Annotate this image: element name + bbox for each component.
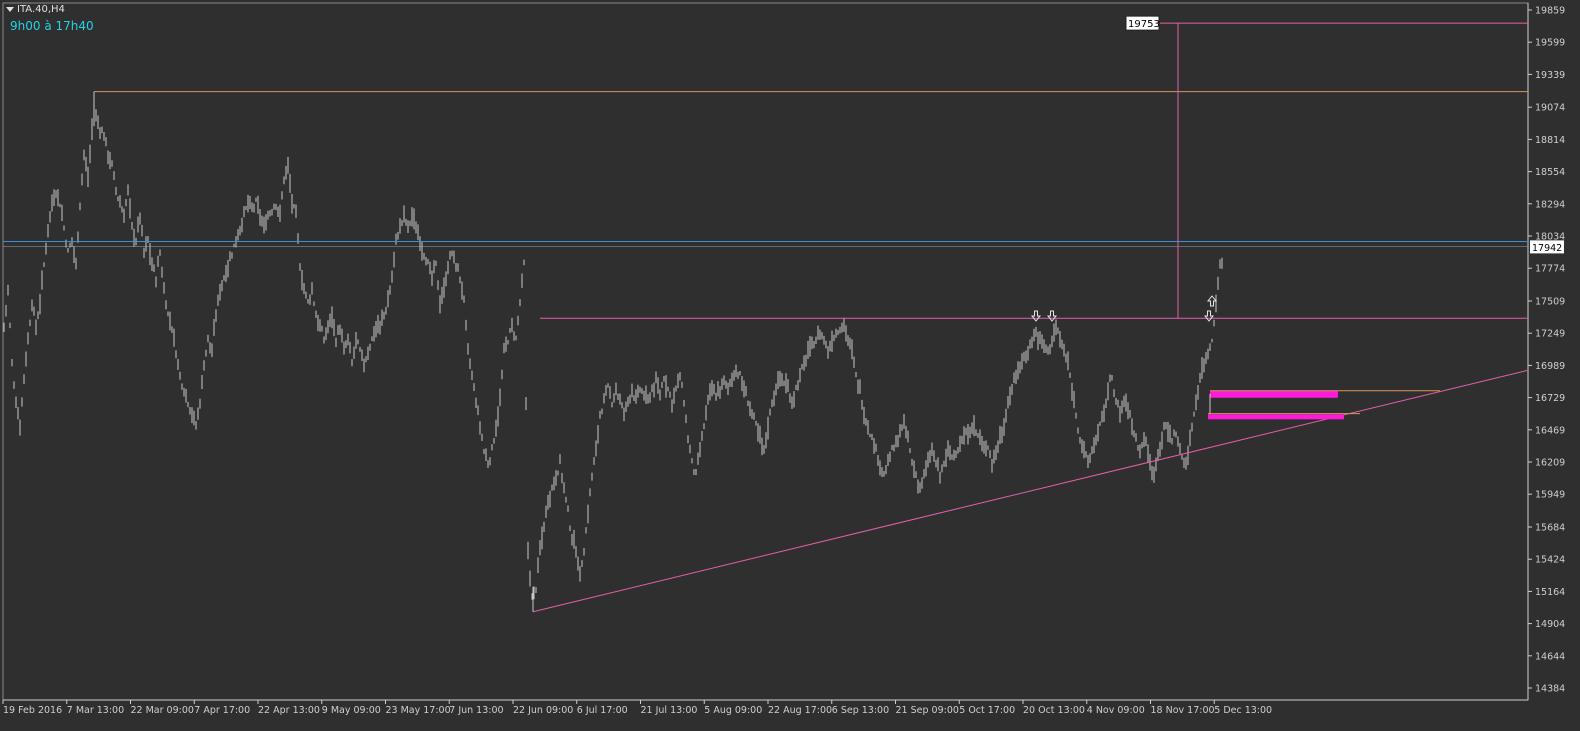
chart-title[interactable]: ITA.40,H4 [6,4,65,15]
price-tick-label: 15684 [1535,523,1565,534]
time-tick-label: 22 Aug 17:00 [768,705,832,716]
price-tick-label: 19339 [1535,70,1565,81]
price-tick-label: 19074 [1535,103,1565,114]
chart-background [0,0,1580,727]
time-tick-label: 7 Mar 13:00 [67,705,124,716]
price-tick-label: 17509 [1535,297,1565,308]
time-tick-label: 20 Oct 13:00 [1023,705,1085,716]
dropdown-arrow-icon[interactable] [6,7,14,12]
price-tick-label: 15164 [1535,587,1565,598]
price-tick-label: 19599 [1535,38,1565,49]
time-tick-label: 22 Mar 09:00 [131,705,194,716]
price-tick-label: 19859 [1535,6,1565,17]
demand-zone-lower [1208,414,1344,420]
current-price-label: 17942 [1532,243,1562,254]
price-tick-label: 16989 [1535,361,1565,372]
demand-zone-upper [1210,390,1338,398]
price-tick-label: 18554 [1535,167,1565,178]
price-tick-label: 16469 [1535,425,1565,436]
time-tick-label: 6 Sep 13:00 [832,705,889,716]
time-tick-label: 6 Jul 17:00 [577,705,628,716]
price-tick-label: 16209 [1535,458,1565,469]
price-tick-label: 17249 [1535,329,1565,340]
chart-window[interactable]: 19753 19859 19599 19339 19074 18814 18554 1829… [0,0,1580,727]
time-tick-label: 18 Nov 17:00 [1151,705,1215,716]
time-tick-label: 21 Sep 09:00 [896,705,959,716]
price-tick-label: 15949 [1535,490,1565,501]
price-tick-label: 14384 [1535,684,1565,695]
time-tick-label: 7 Apr 17:00 [194,705,250,716]
time-tick-label: 9 May 09:00 [322,705,381,716]
symbol-label: ITA.40,H4 [17,4,65,15]
price-chart[interactable]: 19753 19859 19599 19339 19074 18814 18554 1829… [0,0,1580,727]
session-hours-label: 9h00 à 17h40 [10,19,94,33]
target-price-label: 19753 [1128,19,1160,30]
time-tick-label: 22 Apr 13:00 [258,705,320,716]
price-tick-label: 18294 [1535,199,1565,210]
time-tick-label: 5 Dec 13:00 [1214,705,1272,716]
price-tick-label: 17774 [1535,264,1565,275]
time-tick-label: 5 Oct 17:00 [959,705,1015,716]
time-tick-label: 19 Feb 2016 [3,705,62,716]
price-tick-label: 14904 [1535,619,1565,630]
price-tick-label: 16729 [1535,393,1565,404]
price-tick-label: 18814 [1535,135,1565,146]
time-tick-label: 21 Jul 13:00 [641,705,698,716]
time-tick-label: 5 Aug 09:00 [704,705,762,716]
price-tick-label: 14644 [1535,651,1565,662]
time-tick-label: 23 May 17:00 [386,705,451,716]
time-tick-label: 4 Nov 09:00 [1087,705,1145,716]
price-tick-label: 15424 [1535,555,1565,566]
time-tick-label: 22 Jun 09:00 [513,705,573,716]
time-tick-label: 7 Jun 13:00 [449,705,503,716]
